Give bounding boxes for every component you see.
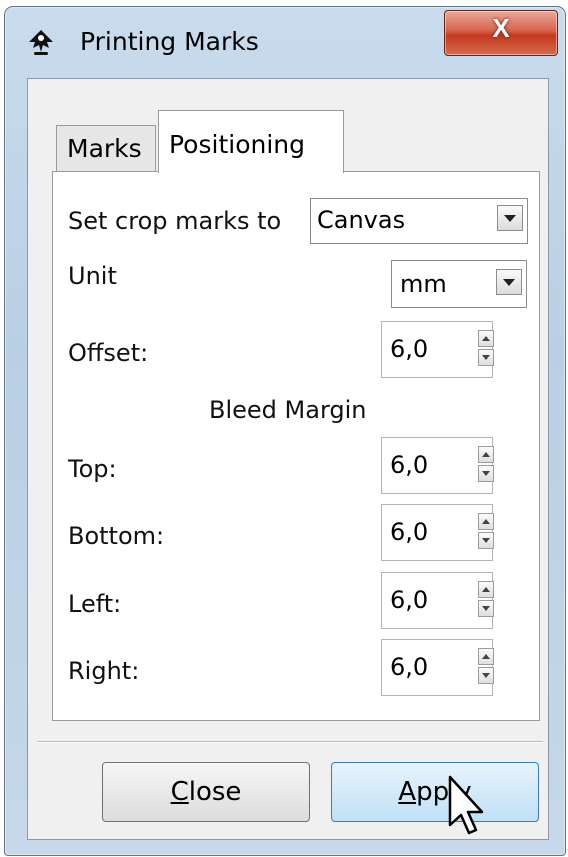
mouse-pointer-icon [448,775,484,835]
unit-value: mm [400,270,447,298]
apply-button[interactable]: Apply [331,762,539,822]
tab-marks[interactable]: Marks [56,125,156,171]
bottom-spinbox[interactable]: 6,0 [381,504,494,561]
close-button[interactable]: Close [102,762,310,822]
tab-marks-label: Marks [67,134,142,163]
close-mnemonic: C [170,777,189,807]
offset-value: 6,0 [390,335,429,363]
offset-spinbox[interactable]: 6,0 [381,321,494,378]
crop-marks-label: Set crop marks to [68,207,282,235]
bottom-label: Bottom: [68,522,165,550]
bleed-margin-heading: Bleed Margin [209,396,367,424]
close-icon: X [492,13,510,43]
right-value: 6,0 [390,653,429,681]
spin-down-icon[interactable] [478,349,494,366]
right-label: Right: [68,657,140,685]
right-spinbox[interactable]: 6,0 [381,639,494,696]
top-value: 6,0 [390,451,429,479]
left-value: 6,0 [390,586,429,614]
bottom-value: 6,0 [390,518,429,546]
spin-up-icon[interactable] [478,581,494,598]
spin-down-icon[interactable] [478,465,494,482]
window-title: Printing Marks [80,27,259,56]
spin-down-icon[interactable] [478,600,494,617]
crop-marks-select[interactable]: Canvas [310,198,528,244]
unit-select[interactable]: mm [391,260,527,308]
tab-positioning-label: Positioning [169,130,305,159]
spin-up-icon[interactable] [478,330,494,347]
crop-marks-value: Canvas [317,206,406,234]
inkscape-icon [29,30,53,55]
spin-up-icon[interactable] [478,513,494,530]
apply-mnemonic: A [398,777,417,807]
top-label: Top: [68,455,117,483]
offset-label: Offset: [68,339,149,367]
chevron-down-icon[interactable] [497,205,523,231]
top-spinbox[interactable]: 6,0 [381,437,494,494]
window-close-button[interactable]: X [444,10,558,56]
unit-label: Unit [68,262,117,290]
spin-down-icon[interactable] [478,667,494,684]
spin-down-icon[interactable] [478,532,494,549]
spin-up-icon[interactable] [478,648,494,665]
close-label-rest: lose [188,777,242,807]
spin-up-icon[interactable] [478,446,494,463]
button-separator [37,741,543,743]
left-spinbox[interactable]: 6,0 [381,572,494,629]
left-label: Left: [68,590,122,618]
chevron-down-icon[interactable] [496,269,522,295]
tab-positioning[interactable]: Positioning [158,110,344,173]
